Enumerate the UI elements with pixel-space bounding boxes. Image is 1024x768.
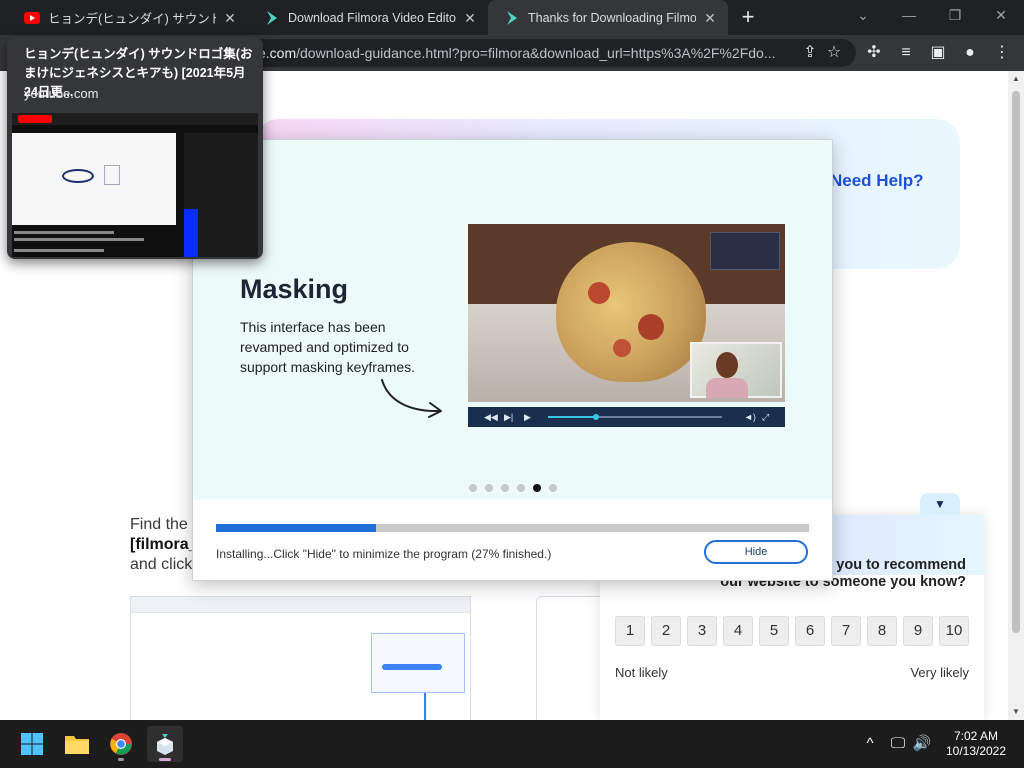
tab-title: Download Filmora Video Editor xyxy=(288,10,456,25)
network-icon[interactable]: 🖵 xyxy=(888,734,908,754)
new-tab-button[interactable]: + xyxy=(736,6,760,30)
rating-option-9[interactable]: 9 xyxy=(903,616,933,646)
page-scrollbar[interactable]: ▲ ▼ xyxy=(1008,71,1024,720)
clock-date: 10/13/2022 xyxy=(945,744,1007,758)
tab-title: Thanks for Downloading Filmora xyxy=(528,10,696,25)
carousel-dot-5[interactable] xyxy=(533,484,541,492)
filmora-installer-dialog: Masking This interface has been revamped… xyxy=(192,139,833,581)
rating-option-2[interactable]: 2 xyxy=(651,616,681,646)
scroll-up-arrow-icon[interactable]: ▲ xyxy=(1008,71,1024,87)
rating-option-10[interactable]: 10 xyxy=(939,616,969,646)
feature-preview-video xyxy=(468,224,785,402)
hyundai-logo-icon xyxy=(62,169,94,183)
tab-thanks-filmora[interactable]: Thanks for Downloading Filmora ✕ xyxy=(488,0,728,35)
share-icon[interactable]: ⇪ xyxy=(798,41,822,65)
curved-arrow-icon xyxy=(381,379,442,418)
scrollbar-thumb[interactable] xyxy=(1012,91,1020,633)
screenshot-titlebar xyxy=(131,597,470,613)
minimize-button[interactable]: — xyxy=(886,0,932,30)
rating-option-5[interactable]: 5 xyxy=(759,616,789,646)
hover-card-thumbnail xyxy=(12,113,258,257)
picture-in-picture-overlay xyxy=(690,342,782,398)
filmora-icon xyxy=(504,10,520,26)
carousel-dot-4[interactable] xyxy=(517,484,525,492)
install-status-text: Installing...Click "Hide" to minimize th… xyxy=(216,547,552,561)
close-window-button[interactable]: ✕ xyxy=(978,0,1024,30)
close-tab-icon[interactable]: ✕ xyxy=(462,10,478,26)
feature-title: Masking xyxy=(240,274,349,304)
rewind-icon: ◀◀ xyxy=(484,412,498,422)
fullscreen-icon: ⤢ xyxy=(762,412,770,422)
side-panel-icon[interactable]: ▣ xyxy=(926,41,950,65)
carousel-dot-2[interactable] xyxy=(485,484,493,492)
carousel-dot-1[interactable] xyxy=(469,484,477,492)
address-path: /download-guidance.html?pro=filmora&down… xyxy=(296,45,776,61)
install-progress-fill xyxy=(216,524,377,532)
scroll-down-arrow-icon[interactable]: ▼ xyxy=(1008,704,1024,720)
restore-button[interactable]: ❐ xyxy=(932,0,978,30)
menu-icon[interactable]: ⋮ xyxy=(990,41,1014,65)
tab-title: ヒョンデ(ヒュンダイ) サウンドロゴ集(おま xyxy=(48,12,216,26)
carousel-dot-6[interactable] xyxy=(549,484,557,492)
file-explorer-icon[interactable] xyxy=(59,726,95,762)
screenshot-download-popup xyxy=(371,633,465,693)
hide-button[interactable]: Hide xyxy=(704,540,808,564)
instruction-screenshot-2 xyxy=(536,596,606,720)
mask-options-panel xyxy=(710,232,780,270)
video-control-bar: ◀◀ ▶| ▶ ◄) ⤢ xyxy=(468,407,785,427)
tab-search-icon[interactable]: ⌄ xyxy=(840,0,886,30)
extensions-icon[interactable]: ✣ xyxy=(862,41,886,65)
install-progress-bar xyxy=(216,524,809,532)
carousel-dots xyxy=(469,484,557,494)
hover-card-domain: youtube.com xyxy=(24,86,99,101)
survey-low-label: Not likely xyxy=(615,665,668,680)
rating-option-8[interactable]: 8 xyxy=(867,616,897,646)
collapse-chevron-icon[interactable]: ▼ xyxy=(920,493,960,515)
rating-option-3[interactable]: 3 xyxy=(687,616,717,646)
video-seek-knob xyxy=(593,414,599,420)
bookmark-star-icon[interactable]: ☆ xyxy=(822,41,846,65)
rating-option-6[interactable]: 6 xyxy=(795,616,825,646)
close-tab-icon[interactable]: ✕ xyxy=(702,10,718,26)
play-icon: ▶ xyxy=(524,412,531,422)
olympic-logo-icon xyxy=(104,165,120,185)
filmora-icon xyxy=(264,10,280,26)
system-clock[interactable]: 7:02 AM 10/13/2022 xyxy=(934,729,1018,759)
step-icon: ▶| xyxy=(504,412,514,422)
chrome-icon[interactable] xyxy=(103,726,139,762)
address-host: e.com xyxy=(258,45,297,61)
installer-footer: Installing...Click "Hide" to minimize th… xyxy=(193,500,832,580)
tab-download-filmora[interactable]: Download Filmora Video Editor ✕ xyxy=(248,0,488,35)
profile-icon[interactable]: ● xyxy=(958,41,982,65)
need-help-link[interactable]: Need Help? xyxy=(830,171,924,191)
instruction-screenshot xyxy=(130,596,471,720)
tab-youtube[interactable]: ヒョンデ(ヒュンダイ) サウンドロゴ集(おま ✕ xyxy=(8,0,248,35)
filmora-installer-icon[interactable] xyxy=(147,726,183,762)
carousel-dot-3[interactable] xyxy=(501,484,509,492)
thumbnail-video-frame xyxy=(12,133,176,225)
masked-pizza-image xyxy=(556,242,706,382)
instructions-text: Find the [filmora_ and click xyxy=(130,515,198,575)
show-hidden-icons-icon[interactable]: ^ xyxy=(860,734,880,754)
clock-time: 7:02 AM xyxy=(953,729,999,743)
youtube-logo-icon xyxy=(18,115,52,123)
media-control-icon[interactable]: ≡ xyxy=(894,41,918,65)
volume-icon[interactable]: 🔊 xyxy=(912,734,932,754)
instructions-line-2: [filmora_ xyxy=(130,536,198,553)
rating-option-4[interactable]: 4 xyxy=(723,616,753,646)
rating-option-7[interactable]: 7 xyxy=(831,616,861,646)
rating-option-1[interactable]: 1 xyxy=(615,616,645,646)
youtube-icon xyxy=(24,10,40,26)
start-icon[interactable] xyxy=(14,726,50,762)
feature-description: This interface has been revamped and opt… xyxy=(240,319,416,375)
close-tab-icon[interactable]: ✕ xyxy=(222,10,238,26)
tab-strip: ヒョンデ(ヒュンダイ) サウンドロゴ集(おま ✕ Download Filmor… xyxy=(0,0,1024,35)
survey-high-label: Very likely xyxy=(910,665,969,680)
instructions-line-3: and click xyxy=(130,556,193,573)
tab-hover-card: ヒョンデ(ヒュンダイ) サウンドロゴ集(おまけにジェネシスとキアも) [2021… xyxy=(7,37,263,259)
volume-icon: ◄) xyxy=(744,412,756,422)
screenshot-pointer-arrow xyxy=(424,693,426,720)
instructions-line-1: Find the xyxy=(130,516,188,533)
